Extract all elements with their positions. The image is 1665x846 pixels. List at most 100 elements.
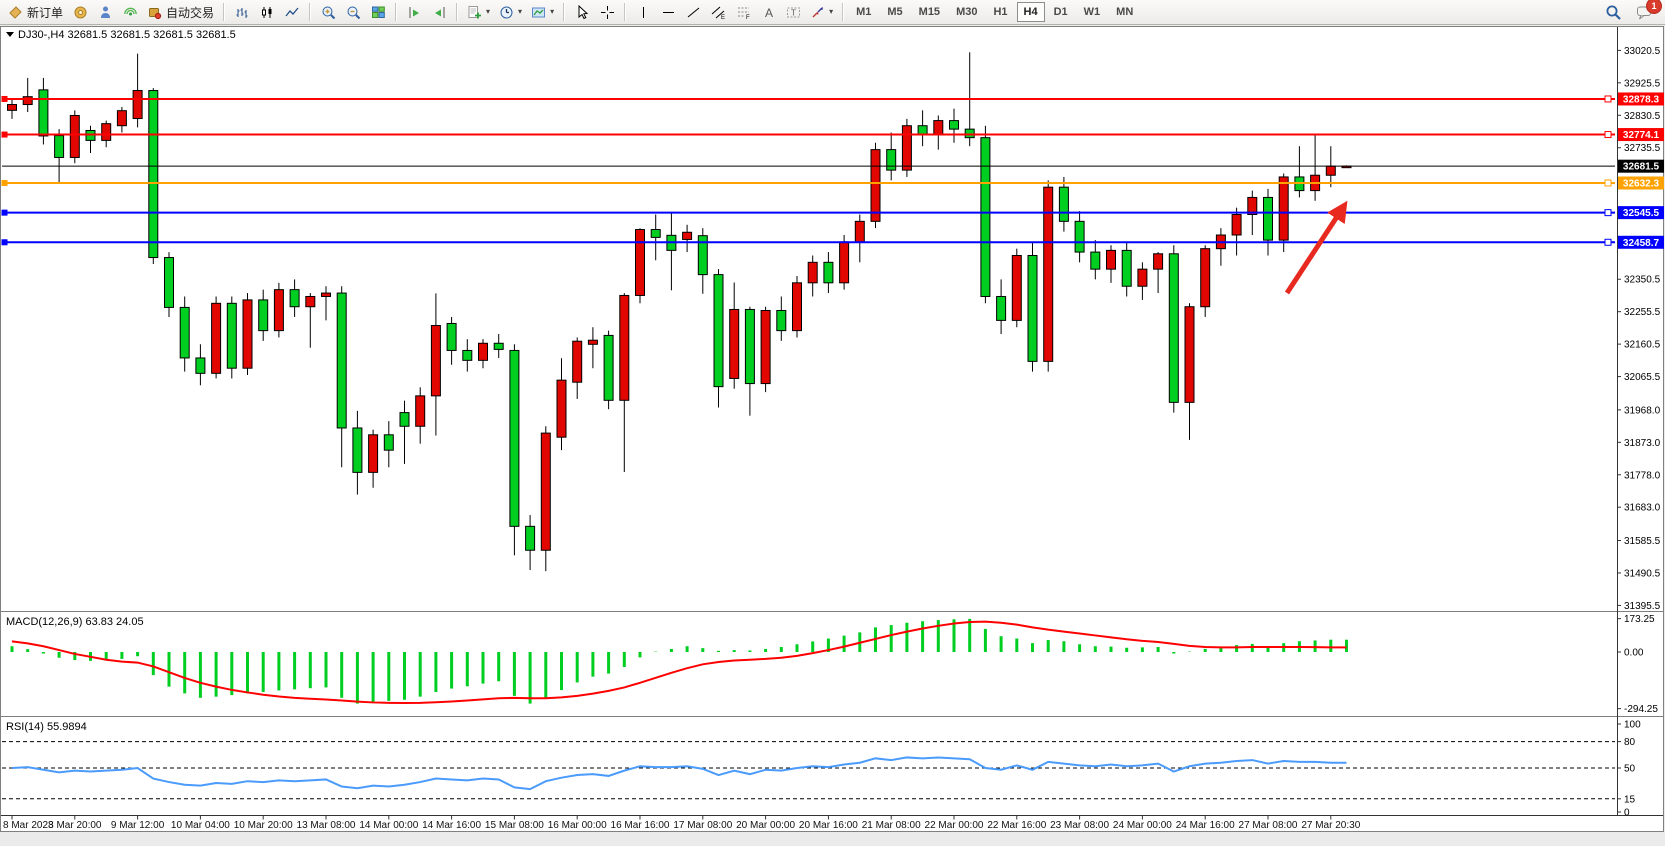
toolbar-separator <box>223 3 225 21</box>
candle <box>604 331 613 410</box>
candle-body <box>1201 249 1210 307</box>
time-axis-label: 13 Mar 08:00 <box>297 820 356 831</box>
line-anchor[interactable] <box>2 96 8 102</box>
trendline-button[interactable] <box>681 1 705 23</box>
line-anchor[interactable] <box>2 210 8 216</box>
tile-windows-button[interactable] <box>366 1 390 23</box>
time-axis-label: 24 Mar 00:00 <box>1113 820 1172 831</box>
data-window-button[interactable] <box>93 1 117 23</box>
axis-tick-label: 31490.5 <box>1624 568 1661 579</box>
candle-body <box>431 326 440 396</box>
candle-body <box>604 335 613 400</box>
crosshair-icon <box>600 5 615 20</box>
price-badge-label: 32878.3 <box>1623 94 1660 105</box>
candle-body <box>8 105 17 111</box>
symbol-ohlc-header: DJ30-,H4 32681.5 32681.5 32681.5 32681.5 <box>18 29 236 41</box>
candle-body <box>337 293 346 428</box>
candle <box>714 269 723 407</box>
tile-windows-icon <box>371 5 386 20</box>
line-anchor[interactable] <box>1605 96 1611 102</box>
timeframe-W1[interactable]: W1 <box>1077 2 1108 22</box>
equidistant-channel-button[interactable]: E <box>706 1 730 23</box>
line-chart-button[interactable] <box>280 1 304 23</box>
indicators-button[interactable]: ▾ <box>463 1 494 23</box>
cursor-icon <box>575 5 590 20</box>
text-label-button[interactable]: T <box>781 1 805 23</box>
axis-tick-label: 31585.5 <box>1624 536 1661 547</box>
timeframe-D1[interactable]: D1 <box>1047 2 1075 22</box>
line-anchor[interactable] <box>1605 180 1611 186</box>
candle <box>636 228 645 303</box>
text-button[interactable]: A <box>756 1 780 23</box>
candle <box>212 296 221 378</box>
candle <box>1169 245 1178 412</box>
timeframe-M15[interactable]: M15 <box>912 2 947 22</box>
trendline-icon <box>686 5 701 20</box>
line-anchor[interactable] <box>2 132 8 138</box>
candle <box>1201 245 1210 317</box>
timeframe-H1[interactable]: H1 <box>986 2 1014 22</box>
crosshair-button[interactable] <box>595 1 619 23</box>
candle-body <box>274 290 283 331</box>
template-button[interactable]: ▾ <box>527 1 558 23</box>
timeframe-M1[interactable]: M1 <box>849 2 878 22</box>
candle-body <box>306 296 315 306</box>
line-anchor[interactable] <box>2 239 8 245</box>
candle-body <box>918 126 927 135</box>
candle-body <box>871 150 880 222</box>
cursor-button[interactable] <box>570 1 594 23</box>
new-order-label: 新订单 <box>27 4 63 21</box>
timeframe-H4[interactable]: H4 <box>1017 2 1045 22</box>
timeframe-MN[interactable]: MN <box>1109 2 1140 22</box>
candle-body <box>1012 255 1021 320</box>
rsi-label: RSI(14) 55.9894 <box>6 721 87 733</box>
signal-icon <box>123 5 138 20</box>
candle-body <box>1028 255 1037 361</box>
vertical-line-button[interactable] <box>631 1 655 23</box>
candle-body <box>541 433 550 550</box>
new-order-button[interactable]: 新订单 <box>4 1 67 23</box>
candle-body <box>463 350 472 360</box>
search-button[interactable] <box>1601 1 1626 23</box>
periods-button[interactable]: ▾ <box>495 1 526 23</box>
timeframe-M30[interactable]: M30 <box>949 2 984 22</box>
line-anchor[interactable] <box>1605 239 1611 245</box>
candle-body <box>1107 250 1116 269</box>
auto-scroll-button[interactable] <box>402 1 426 23</box>
navigator-button[interactable] <box>118 1 142 23</box>
axis-tick-label: 32735.5 <box>1624 143 1661 154</box>
line-anchor[interactable] <box>2 180 8 186</box>
candle-body <box>479 343 488 360</box>
svg-text:A: A <box>765 6 773 20</box>
time-axis-label: 20 Mar 00:00 <box>736 820 795 831</box>
candle <box>793 276 802 337</box>
horizontal-line-button[interactable] <box>656 1 680 23</box>
user-icon <box>98 5 113 20</box>
chart-canvas[interactable]: 32878.332774.132632.332545.532458.732681… <box>0 26 1665 841</box>
candle <box>1044 180 1053 371</box>
arrows-tool-button[interactable]: ▾ <box>806 1 837 23</box>
line-anchor[interactable] <box>1605 210 1611 216</box>
candle-body <box>997 296 1006 320</box>
axis-tick-label: 31395.5 <box>1624 601 1661 612</box>
candle-body <box>196 358 205 373</box>
axis-tick-label: 0 <box>1624 808 1630 819</box>
line-anchor[interactable] <box>1605 132 1611 138</box>
bar-chart-button[interactable] <box>230 1 254 23</box>
market-watch-button[interactable] <box>68 1 92 23</box>
candle-body <box>102 124 111 141</box>
notifications-button[interactable]: 1 <box>1632 1 1657 23</box>
time-axis-label: 23 Mar 08:00 <box>1050 820 1109 831</box>
fibonacci-icon: F <box>736 5 751 20</box>
candle-body <box>1059 187 1068 221</box>
timeframe-M5[interactable]: M5 <box>880 2 909 22</box>
candle-body <box>573 341 582 382</box>
fibonacci-button[interactable]: F <box>731 1 755 23</box>
time-axis-label: 15 Mar 08:00 <box>485 820 544 831</box>
candle-body <box>1091 252 1100 269</box>
autotrading-button[interactable]: 自动交易 <box>143 1 218 23</box>
zoom-out-button[interactable] <box>341 1 365 23</box>
zoom-in-button[interactable] <box>316 1 340 23</box>
chart-shift-button[interactable] <box>427 1 451 23</box>
candlestick-chart-button[interactable] <box>255 1 279 23</box>
